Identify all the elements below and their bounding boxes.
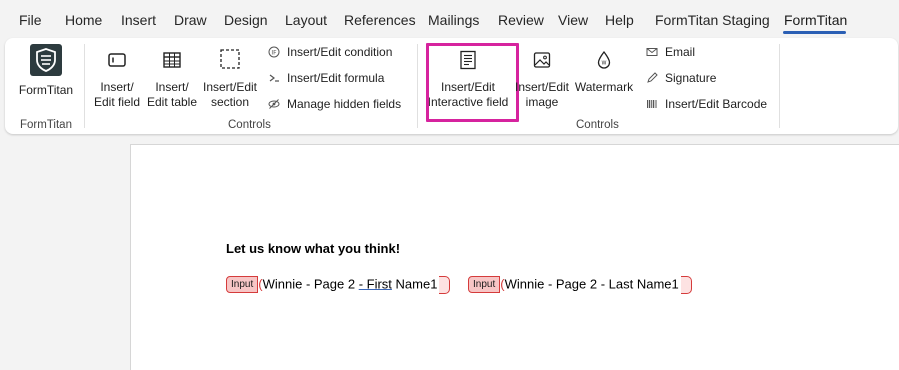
email-icon (646, 48, 658, 56)
group-separator (417, 44, 418, 128)
formula-icon (269, 74, 279, 82)
edit-table-label-1: Insert/ (155, 80, 189, 94)
edit-section-label-2: section (210, 95, 250, 109)
watermark-drop-icon: W (597, 50, 611, 69)
input-tag: Input (468, 276, 501, 294)
menu-insert[interactable]: Insert (121, 12, 156, 28)
menu-help[interactable]: Help (605, 12, 634, 28)
edit-field-label-1: Insert/ (100, 80, 134, 94)
section-icon (220, 49, 240, 69)
first-name-text-suffix: Name1 (391, 276, 438, 292)
first-name-field[interactable]: Input (Winnie - Page 2 - First Name1 (226, 276, 451, 294)
menu-formtitan-staging[interactable]: FormTitan Staging (655, 12, 770, 28)
menu-formtitan[interactable]: FormTitan (784, 12, 847, 28)
image-icon (533, 52, 551, 68)
controls-group-label-1: Controls (228, 119, 271, 131)
formtitan-logo-icon (30, 44, 62, 76)
hidden-eye-icon (268, 99, 280, 109)
formtitan-button-label: FormTitan (18, 83, 74, 97)
last-name-text: Winnie - Page 2 - Last Name1 (504, 276, 679, 292)
condition-label: Insert/Edit condition (287, 45, 393, 59)
insert-edit-condition-button[interactable]: IF Insert/Edit condition (268, 45, 392, 59)
insert-edit-formula-button[interactable]: Insert/Edit formula (268, 71, 384, 85)
menu-mailings[interactable]: Mailings (428, 12, 479, 28)
svg-text:W: W (602, 61, 607, 67)
first-name-text-prefix: Winnie - Page 2 (262, 276, 359, 292)
document-page[interactable]: Let us know what you think! Input (Winnie… (130, 144, 899, 370)
active-tab-indicator (783, 31, 846, 34)
group-separator (84, 44, 85, 128)
signature-button[interactable]: Signature (646, 71, 716, 85)
image-label-1: Insert/Edit (514, 80, 570, 94)
insert-edit-table-button[interactable]: Insert/ Edit table (145, 50, 199, 110)
text-field-icon (108, 53, 126, 67)
controls-group-label-2: Controls (576, 119, 619, 131)
insert-edit-section-button[interactable]: Insert/Edit section (201, 48, 259, 110)
first-name-text-underlined: - First (358, 276, 392, 292)
image-label-2: image (525, 95, 559, 109)
group-separator (779, 44, 780, 128)
condition-icon: IF (268, 46, 280, 58)
menu-review[interactable]: Review (498, 12, 544, 28)
edit-table-label-2: Edit table (146, 95, 198, 109)
menu-references[interactable]: References (344, 12, 416, 28)
signature-pen-icon (647, 72, 658, 83)
menu-file[interactable]: File (19, 12, 42, 28)
highlight-annotation-box (426, 43, 519, 122)
insert-edit-field-button[interactable]: Insert/ Edit field (93, 50, 141, 110)
barcode-label: Insert/Edit Barcode (665, 97, 768, 111)
formula-label: Insert/Edit formula (287, 71, 385, 85)
menu-home[interactable]: Home (65, 12, 102, 28)
table-icon (163, 52, 181, 68)
insert-edit-image-button[interactable]: Insert/Edit image (513, 50, 571, 110)
email-button[interactable]: Email (646, 45, 695, 59)
field-bracket-close (439, 276, 451, 294)
manage-hidden-fields-button[interactable]: Manage hidden fields (268, 97, 401, 111)
insert-edit-barcode-button[interactable]: Insert/Edit Barcode (646, 97, 767, 111)
watermark-button[interactable]: W Watermark (573, 50, 635, 95)
menu-design[interactable]: Design (224, 12, 268, 28)
field-bracket-close (680, 276, 692, 294)
svg-text:IF: IF (271, 50, 277, 57)
input-tag: Input (226, 276, 259, 294)
last-name-field[interactable]: Input (Winnie - Page 2 - Last Name1 (468, 276, 692, 294)
hidden-fields-label: Manage hidden fields (287, 97, 402, 111)
edit-section-label-1: Insert/Edit (202, 80, 258, 94)
barcode-icon (647, 100, 657, 108)
menu-bar: File Home Insert Draw Design Layout Refe… (0, 0, 899, 38)
signature-label: Signature (665, 71, 717, 85)
email-label: Email (665, 45, 696, 59)
menu-draw[interactable]: Draw (174, 12, 207, 28)
edit-field-label-2: Edit field (93, 95, 141, 109)
formtitan-button[interactable]: FormTitan (17, 44, 75, 98)
menu-layout[interactable]: Layout (285, 12, 327, 28)
formtitan-group-label: FormTitan (20, 119, 72, 131)
document-heading: Let us know what you think! (226, 241, 401, 256)
menu-view[interactable]: View (558, 12, 588, 28)
watermark-label: Watermark (574, 80, 634, 94)
ribbon: FormTitan FormTitan Insert/ Edit field I… (5, 38, 898, 134)
